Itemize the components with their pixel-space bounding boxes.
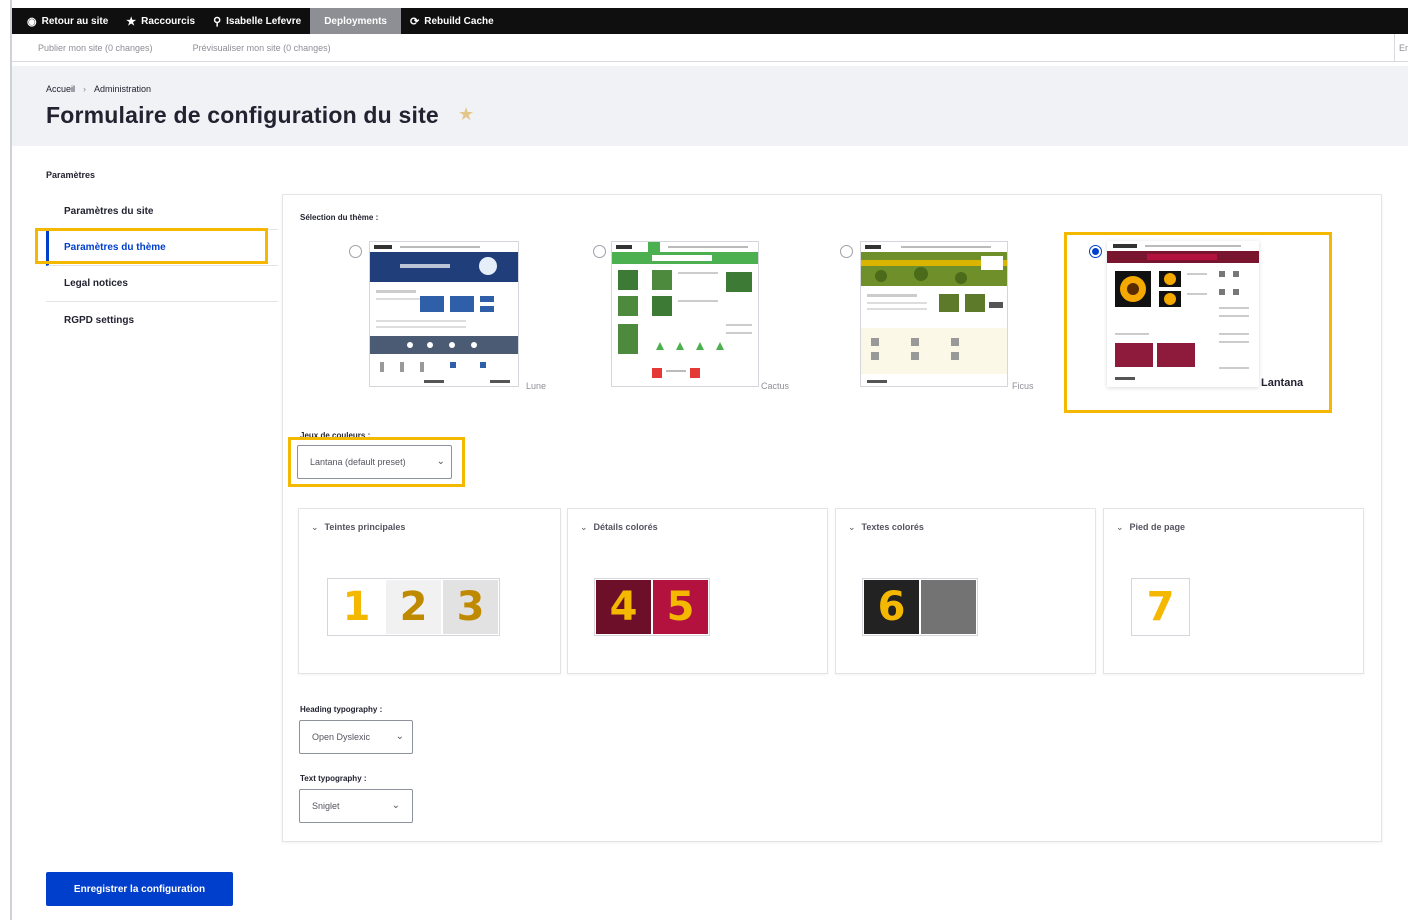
- breadcrumb: Accueil › Administration: [46, 84, 151, 94]
- chevron-down-icon: ⌄: [311, 522, 319, 532]
- publish-link[interactable]: Publier mon site (0 changes): [12, 43, 153, 53]
- color-group-label: Textes colorés: [861, 522, 924, 532]
- save-configuration-button[interactable]: Enregistrer la configuration: [46, 872, 233, 906]
- color-swatch-5[interactable]: 5: [652, 579, 709, 635]
- star-icon: ★: [126, 15, 137, 28]
- nav-item-label: Legal notices: [64, 278, 128, 289]
- swatch-row: 6: [862, 578, 978, 636]
- favorite-star-icon[interactable]: ★: [458, 104, 474, 125]
- cactus-screenshot: [612, 242, 758, 378]
- color-group-texts: ⌄ Textes colorés 6: [835, 508, 1096, 674]
- theme-radio-cactus[interactable]: [593, 245, 606, 258]
- lune-screenshot: [370, 242, 518, 383]
- language-switch[interactable]: En: [1394, 34, 1408, 62]
- color-swatch-6[interactable]: 6: [863, 579, 920, 635]
- color-group-title[interactable]: ⌄ Détails colorés: [580, 522, 658, 533]
- secondary-toolbar: Publier mon site (0 changes) Prévisualis…: [12, 34, 1408, 62]
- theme-preview-lune: [369, 241, 519, 387]
- rebuild-label: Rebuild Cache: [424, 15, 494, 27]
- text-typography-value: Sniglet: [312, 801, 340, 811]
- chevron-down-icon: ⌄: [1116, 522, 1124, 532]
- nav-item-legal-notices[interactable]: Legal notices: [46, 266, 278, 302]
- theme-section-label: Sélection du thème :: [300, 213, 379, 222]
- theme-name-lune: Lune: [526, 381, 547, 391]
- back-label: Retour au site: [41, 15, 109, 27]
- chevron-down-icon: ⌄: [848, 522, 856, 532]
- nav-item-label: Paramètres du site: [64, 206, 154, 217]
- swatch-row: 7: [1131, 578, 1190, 636]
- theme-settings-card: Sélection du thème : Lune Cactus Ficus L…: [282, 194, 1382, 842]
- chevron-down-icon: ⌄: [395, 731, 404, 742]
- swatch-row: 4 5: [594, 578, 710, 636]
- color-group-main: ⌄ Teintes principales 1 2 3: [298, 508, 561, 674]
- chevron-down-icon: ⌄: [391, 800, 400, 811]
- swatch-number: 1: [342, 584, 371, 630]
- nav-title: Paramètres: [46, 170, 96, 180]
- heading-typography-value: Open Dyslexic: [312, 732, 371, 742]
- user-icon: ⚲: [213, 15, 222, 28]
- color-swatch-grey[interactable]: [920, 579, 977, 635]
- color-swatch-2[interactable]: 2: [385, 579, 442, 635]
- heading-typography-select[interactable]: Open Dyslexic ⌄: [299, 720, 413, 754]
- swatch-number: 7: [1146, 584, 1175, 630]
- ficus-screenshot: [861, 242, 1007, 383]
- color-swatch-4[interactable]: 4: [595, 579, 652, 635]
- refresh-icon: ⟳: [410, 15, 420, 28]
- color-group-label: Pied de page: [1129, 522, 1186, 532]
- breadcrumb-separator: ›: [83, 84, 87, 94]
- user-label: Isabelle Lefevre: [226, 15, 302, 27]
- preview-link[interactable]: Prévisualiser mon site (0 changes): [153, 43, 331, 53]
- color-group-label: Teintes principales: [324, 522, 406, 532]
- theme-name-cactus: Cactus: [761, 381, 790, 391]
- shortcuts-link[interactable]: ★ Raccourcis: [117, 8, 204, 34]
- color-group-details: ⌄ Détails colorés 4 5: [567, 508, 828, 674]
- theme-preview-ficus: [860, 241, 1008, 387]
- color-swatch-3[interactable]: 3: [442, 579, 499, 635]
- admin-toolbar: ◉ Retour au site ★ Raccourcis ⚲ Isabelle Le…: [12, 8, 1408, 34]
- color-group-label: Détails colorés: [593, 522, 658, 532]
- shortcuts-label: Raccourcis: [141, 15, 196, 27]
- heading-typography-label: Heading typography :: [300, 705, 383, 714]
- color-swatch-1[interactable]: 1: [328, 579, 385, 635]
- settings-nav: Paramètres du site Paramètres du thème L…: [46, 194, 278, 338]
- text-typography-select[interactable]: Sniglet ⌄: [299, 789, 413, 823]
- user-link[interactable]: ⚲ Isabelle Lefevre: [204, 8, 310, 34]
- breadcrumb-admin[interactable]: Administration: [94, 84, 151, 94]
- arrow-back-icon: ◉: [27, 15, 37, 28]
- nav-item-rgpd-settings[interactable]: RGPD settings: [46, 302, 278, 338]
- page-title: Formulaire de configuration du site: [46, 102, 439, 128]
- nav-item-site-settings[interactable]: Paramètres du site: [46, 194, 278, 230]
- color-group-footer: ⌄ Pied de page 7: [1103, 508, 1364, 674]
- color-swatch-7[interactable]: 7: [1132, 579, 1189, 635]
- deployments-tab[interactable]: Deployments: [310, 8, 401, 34]
- color-group-title[interactable]: ⌄ Pied de page: [1116, 522, 1185, 533]
- swatch-number: 3: [456, 584, 485, 630]
- text-typography-label: Text typography :: [300, 774, 367, 783]
- swatch-number: 2: [399, 584, 428, 630]
- swatch-number: 4: [609, 584, 638, 630]
- theme-name-ficus: Ficus: [1012, 381, 1034, 391]
- page-header: Accueil › Administration Formulaire de c…: [12, 66, 1408, 146]
- back-to-site-link[interactable]: ◉ Retour au site: [18, 8, 117, 34]
- theme-radio-ficus[interactable]: [840, 245, 853, 258]
- color-group-title[interactable]: ⌄ Teintes principales: [311, 522, 405, 533]
- nav-highlight-box: [35, 228, 268, 264]
- preset-highlight-box: [288, 437, 465, 487]
- color-group-title[interactable]: ⌄ Textes colorés: [848, 522, 924, 533]
- swatch-number: 6: [877, 584, 906, 630]
- theme-highlight-box: [1064, 232, 1332, 413]
- theme-radio-lune[interactable]: [349, 245, 362, 258]
- nav-item-label: RGPD settings: [64, 314, 135, 326]
- deployments-label: Deployments: [324, 15, 387, 27]
- breadcrumb-home[interactable]: Accueil: [46, 84, 75, 94]
- swatch-number: 5: [666, 584, 695, 630]
- swatch-row: 1 2 3: [327, 578, 500, 636]
- chevron-down-icon: ⌄: [580, 522, 588, 532]
- theme-preview-cactus: [611, 241, 759, 387]
- rebuild-cache-link[interactable]: ⟳ Rebuild Cache: [401, 8, 503, 34]
